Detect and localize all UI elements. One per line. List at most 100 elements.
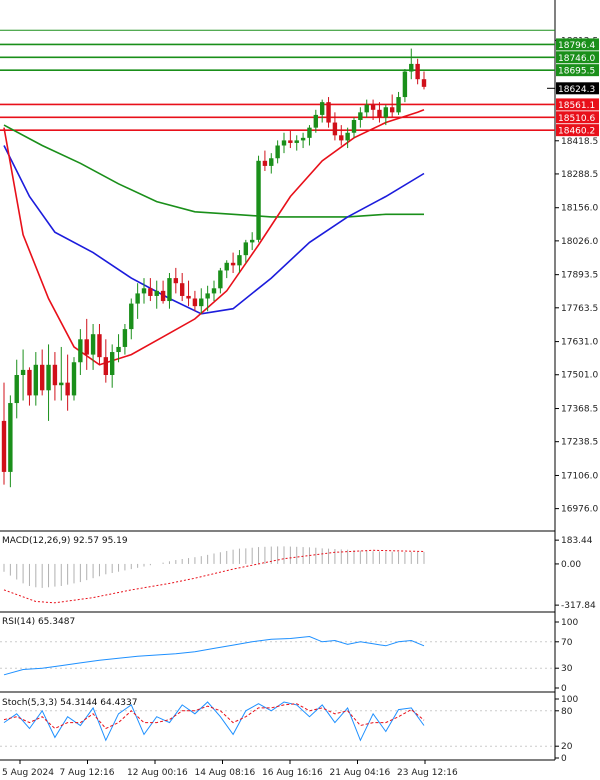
candle-body [364, 104, 369, 113]
candle-body [249, 239, 255, 243]
price-tick-label: 17106.0 [561, 471, 598, 481]
candle-body [8, 403, 13, 472]
candle-body [186, 295, 191, 299]
price-tick-label: 18156.0 [561, 204, 598, 214]
candle-body [377, 109, 382, 118]
candle-body [84, 339, 89, 355]
candle-body [294, 140, 299, 143]
candle-body [409, 63, 414, 72]
resistance-level-label: 18695.5 [558, 67, 595, 77]
candle-body [313, 114, 319, 128]
stoch-label: Stoch(5,3,3) 54.3144 64.4337 [2, 698, 137, 708]
x-tick-label: 21 Aug 04:16 [330, 768, 391, 778]
rsi-tick-label: 70 [561, 638, 573, 648]
candle-body [90, 334, 96, 355]
resistance-level-label: 18796.4 [558, 41, 595, 51]
price-tick-label: 17501.0 [561, 371, 598, 381]
candle-body [370, 104, 376, 110]
price-tick-label: 18418.5 [561, 137, 598, 147]
price-tick-label: 18026.0 [561, 237, 598, 247]
macd-tick-label: 0.00 [561, 560, 581, 570]
x-tick-label: 16 Aug 16:16 [262, 768, 323, 778]
candle-body [135, 293, 140, 304]
candle-body [109, 352, 115, 375]
candle-body [262, 160, 268, 166]
support-level-label: 18460.2 [558, 127, 595, 137]
candle-body [345, 132, 350, 141]
support-level-label: 18510.6 [558, 114, 595, 124]
price-tick-label: 17238.5 [561, 438, 598, 448]
candle-body [1, 420, 7, 472]
ma-red-line [3, 109, 425, 366]
x-tick-label: 12 Aug 00:16 [127, 768, 188, 778]
candle-body [97, 334, 102, 358]
candle-body [326, 102, 331, 123]
stoch-tick-label: 20 [561, 742, 573, 752]
candle-body [383, 107, 389, 118]
candle-body [103, 357, 109, 375]
x-axis: 5 Aug 2024 7 Aug 12:16 12 Aug 00:16 14 Aug … [2, 760, 458, 778]
x-tick-label: 14 Aug 08:16 [195, 768, 256, 778]
rsi-label: RSI(14) 65.3487 [2, 617, 75, 627]
candle-body [300, 137, 306, 141]
candle-body [39, 364, 45, 391]
candle-body [230, 262, 236, 266]
candle-body [167, 278, 172, 302]
candle-body [154, 290, 159, 296]
ma-green-line [3, 124, 424, 218]
price-panel: 18812.518418.518288.518156.018026.017893… [0, 29, 599, 515]
candle-body [199, 298, 204, 307]
candle-body [396, 97, 401, 113]
rsi-panel: 100 70 30 0 [0, 618, 578, 694]
candle-body [59, 382, 64, 386]
current-price-label: 18624.3 [558, 85, 595, 95]
price-tick-label: 17893.5 [561, 271, 598, 281]
candle-body [402, 71, 408, 98]
candle-body [78, 339, 83, 363]
candle-body [65, 382, 70, 396]
candle-body [358, 112, 363, 120]
macd-tick-label: -317.84 [561, 601, 596, 611]
chart-svg: 18812.518418.518288.518156.018026.017893… [0, 0, 599, 778]
candle-body [20, 369, 26, 375]
candle-body [218, 270, 223, 289]
candle-body [116, 346, 121, 353]
support-level-label: 18561.1 [558, 101, 595, 111]
candle-body [179, 283, 185, 296]
price-tick-label: 17631.0 [561, 338, 598, 348]
candle-body [281, 140, 287, 146]
candle-body [319, 102, 325, 115]
candle-body [389, 107, 395, 113]
candle-body [160, 290, 166, 302]
macd-label: MACD(12,26,9) 92.57 95.19 [2, 536, 128, 546]
rsi-tick-label: 0 [561, 684, 567, 694]
candle-body [129, 303, 134, 330]
candle-body [211, 288, 217, 294]
rsi-tick-label: 100 [561, 618, 578, 628]
stoch-tick-label: 100 [561, 695, 578, 705]
price-tick-label: 17763.5 [561, 304, 598, 314]
candle-body [46, 364, 51, 391]
candle-body [256, 160, 261, 240]
candle-body [71, 362, 77, 396]
price-tick-label: 17368.5 [561, 405, 598, 415]
candle-body [192, 298, 198, 307]
candle-body [275, 145, 280, 159]
candle-body [415, 63, 420, 80]
macd-panel: 183.44 0.00 -317.84 [3, 536, 596, 611]
stoch-tick-label: 0 [561, 754, 567, 764]
x-tick-label: 23 Aug 12:16 [397, 768, 458, 778]
candle-body [122, 329, 128, 347]
candle-body [237, 255, 242, 266]
rsi-tick-label: 30 [561, 664, 573, 674]
price-tick-label: 16976.0 [561, 505, 598, 515]
price-tick-label: 18288.5 [561, 170, 598, 180]
candle-body [148, 288, 153, 296]
stoch-tick-label: 80 [561, 707, 573, 717]
candle-body [224, 262, 229, 271]
candle-body [351, 120, 357, 133]
candle-body [269, 158, 274, 166]
candle-body [421, 79, 427, 87]
candle-body [14, 375, 19, 404]
candle-body [339, 135, 344, 141]
